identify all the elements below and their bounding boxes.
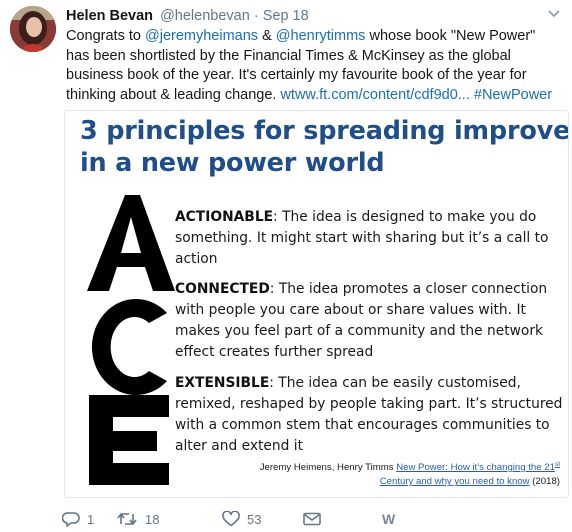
heart-icon: [222, 511, 240, 527]
image-citation: Jeremy Heimens, Henry Timms New Power: H…: [240, 458, 560, 489]
separator-dot: ·: [253, 8, 259, 24]
letter-a-glyph: [87, 195, 175, 291]
principle-connected: CONNECTED: The idea promotes a closer co…: [175, 279, 565, 363]
mention-jeremyheimans[interactable]: @jeremyheimans: [145, 28, 258, 44]
principle-extensible: EXTENSIBLE: The idea can be easily custo…: [175, 373, 565, 457]
citation-book-title: New Power: How it’s changing the 21: [396, 462, 555, 474]
tweet-url-link[interactable]: wtww.ft.com/content/cdf9d0...: [280, 87, 469, 103]
tweet-text-part: Congrats to: [66, 28, 145, 44]
principle-term: EXTENSIBLE: [175, 375, 270, 391]
principle-term: CONNECTED: [175, 281, 270, 297]
extension-button[interactable]: W: [382, 509, 395, 529]
image-title-line: 3 principles for spreading improvement: [80, 116, 569, 146]
tweet-actions: 1 18 53 W: [62, 509, 462, 529]
letter-c-glyph: [91, 299, 167, 395]
like-count: 53: [247, 511, 262, 527]
extension-label: W: [382, 511, 395, 527]
citation-superscript: st: [554, 461, 560, 468]
principle-actionable: ACTIONABLE: The idea is designed to make…: [175, 207, 565, 270]
retweet-button[interactable]: 18: [116, 509, 159, 529]
retweet-count: 18: [145, 511, 160, 527]
reply-icon: [62, 512, 80, 527]
tweet-header: Helen Bevan @helenbevan · Sep 18: [66, 7, 309, 25]
reply-button[interactable]: 1: [62, 509, 94, 529]
tweet-text: Congrats to @jeremyheimans & @henrytimms…: [66, 27, 556, 105]
author-name[interactable]: Helen Bevan: [66, 8, 153, 24]
ace-letters: A C E: [87, 195, 175, 485]
citation-year: (2018): [529, 476, 560, 488]
attached-image[interactable]: 3 principles for spreading improvement i…: [64, 110, 569, 498]
like-button[interactable]: 53: [222, 509, 261, 529]
tweet-timestamp[interactable]: Sep 18: [263, 8, 309, 24]
hashtag-link[interactable]: #NewPower: [474, 87, 552, 103]
image-title: 3 principles for spreading improvement i…: [80, 115, 569, 179]
principle-term: ACTIONABLE: [175, 209, 274, 225]
image-title-line: in a new power world: [80, 148, 385, 178]
envelope-icon: [303, 512, 321, 526]
tweet-text-part: &: [258, 28, 276, 44]
avatar[interactable]: [10, 6, 56, 52]
reply-count: 1: [87, 511, 95, 527]
mention-henrytimms[interactable]: @henrytimms: [276, 28, 366, 44]
author-handle[interactable]: @helenbevan: [160, 8, 250, 24]
tweet[interactable]: Helen Bevan @helenbevan · Sep 18 Congrat…: [0, 0, 572, 532]
chevron-down-icon[interactable]: [547, 8, 561, 20]
citation-book-title-end: Century and why you need to know: [379, 476, 530, 488]
citation-authors: Jeremy Heimens, Henry Timms: [259, 462, 397, 474]
retweet-icon: [117, 513, 137, 525]
direct-message-button[interactable]: [303, 509, 321, 529]
letter-e-glyph: [89, 395, 169, 485]
